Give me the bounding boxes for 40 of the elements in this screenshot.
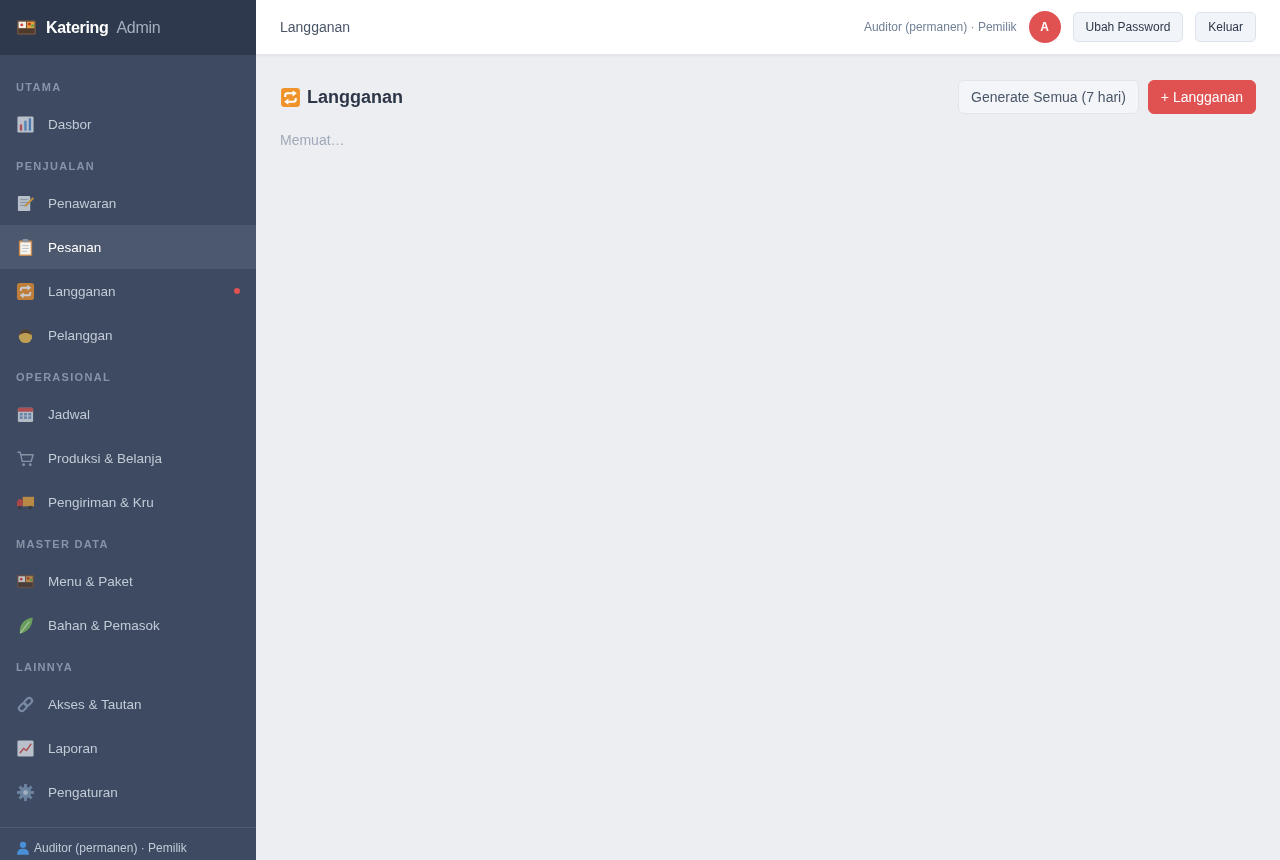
nav-section-label: LAINNYA (15, 660, 74, 675)
generate-all-button[interactable]: Generate Semua (7 hari) (958, 80, 1139, 114)
link-icon (16, 694, 35, 714)
notepad-pencil-icon (16, 193, 35, 213)
nav-item[interactable]: Pengiriman & Kru (0, 480, 256, 524)
user-avatar: A (1028, 11, 1061, 43)
add-subscription-button[interactable]: + Langganan (1147, 80, 1256, 114)
loading-text: Memuat… (280, 132, 346, 149)
nav-item[interactable]: Jadwal (0, 392, 256, 436)
clipboard-icon (16, 237, 35, 257)
logout-button[interactable]: Keluar (1195, 12, 1256, 42)
repeat-arrows-icon (16, 281, 35, 301)
user-role-label: Auditor (permanen) · Pemilik (863, 20, 1017, 34)
bento-box-icon (16, 17, 37, 38)
nav-item[interactable]: Akses & Tautan (0, 682, 256, 726)
nav-item[interactable]: Penawaran (0, 181, 256, 225)
page-breadcrumb: Langganan (280, 19, 351, 35)
nav-item[interactable]: Pesanan (0, 225, 256, 269)
page-title: Langganan (307, 86, 403, 108)
nav-item[interactable]: Laporan (0, 726, 256, 770)
brand-suffix: Admin (116, 18, 161, 37)
nav-section-label: UTAMA (15, 80, 63, 95)
sidebar-user-label: Auditor (permanen) · Pemilik (34, 841, 187, 855)
nav-section-label: OPERASIONAL (15, 370, 112, 385)
nav-item[interactable]: Bahan & Pemasok (0, 603, 256, 647)
change-password-button[interactable]: Ubah Password (1072, 12, 1184, 42)
nav-item[interactable]: Langganan (0, 269, 256, 313)
repeat-arrows-icon (280, 86, 301, 108)
nav-item[interactable]: Menu & Paket (0, 559, 256, 603)
line-chart-icon (16, 738, 35, 758)
nav-section-label: PENJUALAN (15, 159, 96, 174)
nav-item[interactable]: Dasbor (0, 102, 256, 146)
nav-section-label: MASTER DATA (15, 537, 110, 552)
nav-item[interactable]: Pelanggan (0, 313, 256, 357)
user-icon (16, 841, 30, 855)
brand-name: Katering (46, 18, 109, 37)
gear-icon (16, 782, 35, 802)
bar-chart-icon (16, 114, 35, 134)
nav-item[interactable]: Pengaturan (0, 770, 256, 814)
nav-item[interactable]: Produksi & Belanja (0, 436, 256, 480)
